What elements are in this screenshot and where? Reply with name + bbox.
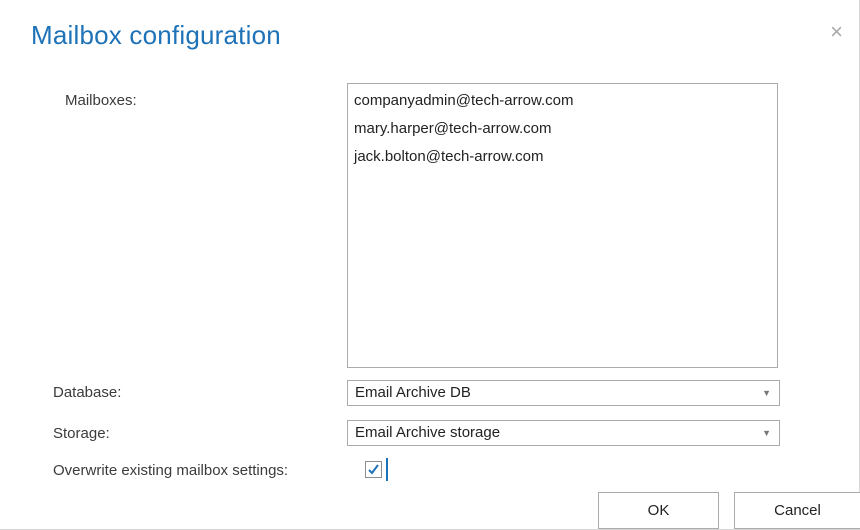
overwrite-checkbox[interactable] (365, 461, 382, 478)
list-item[interactable]: companyadmin@tech-arrow.com (354, 90, 777, 118)
overwrite-label: Overwrite existing mailbox settings: (53, 462, 289, 479)
mailbox-configuration-dialog: Mailbox configuration × Mailboxes: compa… (0, 0, 860, 530)
storage-label: Storage: (53, 425, 110, 442)
text-cursor (386, 458, 388, 481)
chevron-down-icon: ▼ (762, 428, 771, 438)
database-label: Database: (53, 384, 122, 401)
ok-button[interactable]: OK (598, 492, 719, 529)
close-icon[interactable]: × (830, 21, 843, 43)
chevron-down-icon: ▼ (762, 388, 771, 398)
cancel-button[interactable]: Cancel (734, 492, 860, 529)
database-select-value: Email Archive DB (355, 384, 471, 401)
dialog-title: Mailbox configuration (31, 20, 281, 50)
list-item[interactable]: jack.bolton@tech-arrow.com (354, 146, 777, 174)
check-icon (368, 464, 379, 475)
storage-select-value: Email Archive storage (355, 424, 501, 441)
mailboxes-label: Mailboxes: (65, 92, 137, 109)
list-item[interactable]: mary.harper@tech-arrow.com (354, 118, 777, 146)
storage-select[interactable]: Email Archive storage ▼ (347, 420, 780, 446)
mailboxes-list[interactable]: companyadmin@tech-arrow.com mary.harper@… (347, 83, 778, 368)
database-select[interactable]: Email Archive DB ▼ (347, 380, 780, 406)
